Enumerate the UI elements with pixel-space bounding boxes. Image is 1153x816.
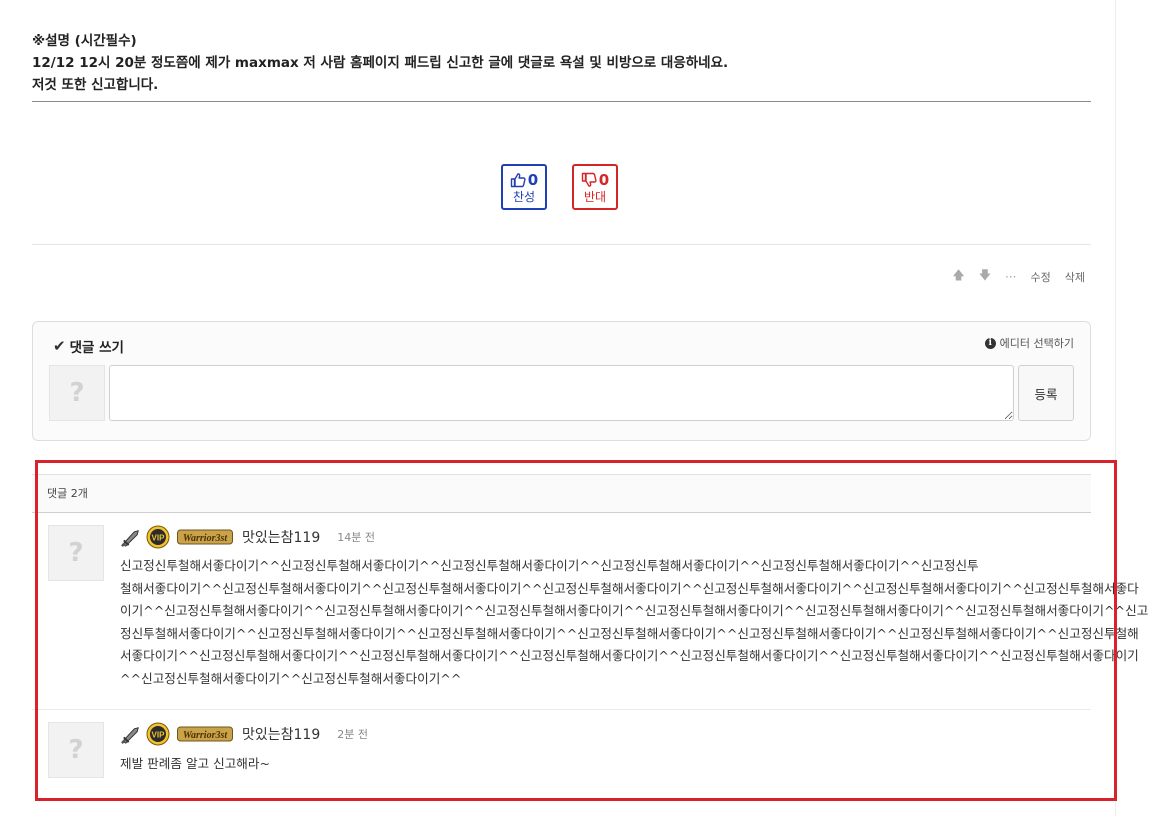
downvote-label: 반대 xyxy=(583,190,607,204)
post-description: ※설명 (시간필수) 12/12 12시 20분 정도쯤에 제가 maxmax … xyxy=(32,30,1092,96)
downvote-button[interactable]: 0 반대 xyxy=(572,164,618,210)
info-icon: i xyxy=(984,337,996,349)
section-divider xyxy=(32,244,1091,245)
post-divider xyxy=(32,101,1091,102)
red-highlight-box xyxy=(35,460,1117,801)
avatar: ? xyxy=(49,365,105,421)
upvote-label: 찬성 xyxy=(512,190,536,204)
desc-line: 12/12 12시 20분 정도쯤에 제가 maxmax 저 사람 홈페이지 패… xyxy=(32,55,729,71)
comment-form-title-text: 댓글 쓰기 xyxy=(69,340,124,356)
editor-select-link[interactable]: i 에디터 선택하기 xyxy=(984,335,1074,351)
post-actions: 🡅 🡇 ··· 수정 삭제 xyxy=(952,266,1085,287)
arrow-down-icon[interactable]: 🡇 xyxy=(979,266,991,287)
comment-textarea[interactable] xyxy=(109,365,1014,421)
comment-form: ✔ 댓글 쓰기 i 에디터 선택하기 ? 등록 xyxy=(32,321,1091,441)
delete-link[interactable]: 삭제 xyxy=(1065,269,1085,285)
edit-link[interactable]: 수정 xyxy=(1031,269,1051,285)
comment-form-title: ✔ 댓글 쓰기 xyxy=(53,336,124,356)
upvote-count: 0 xyxy=(527,171,539,189)
submit-comment-button[interactable]: 등록 xyxy=(1018,365,1074,421)
thumbs-up-icon xyxy=(510,173,526,188)
downvote-count: 0 xyxy=(598,171,610,189)
checkmark-icon: ✔ xyxy=(53,337,66,355)
editor-select-label: 에디터 선택하기 xyxy=(999,337,1074,350)
arrow-up-icon[interactable]: 🡅 xyxy=(952,266,964,287)
upvote-button[interactable]: 0 찬성 xyxy=(501,164,547,210)
ellipsis-icon[interactable]: ··· xyxy=(1005,270,1016,284)
desc-line: 저것 또한 신고합니다. xyxy=(32,77,159,93)
thumbs-down-icon xyxy=(581,172,597,187)
desc-line: ※설명 (시간필수) xyxy=(32,33,137,49)
